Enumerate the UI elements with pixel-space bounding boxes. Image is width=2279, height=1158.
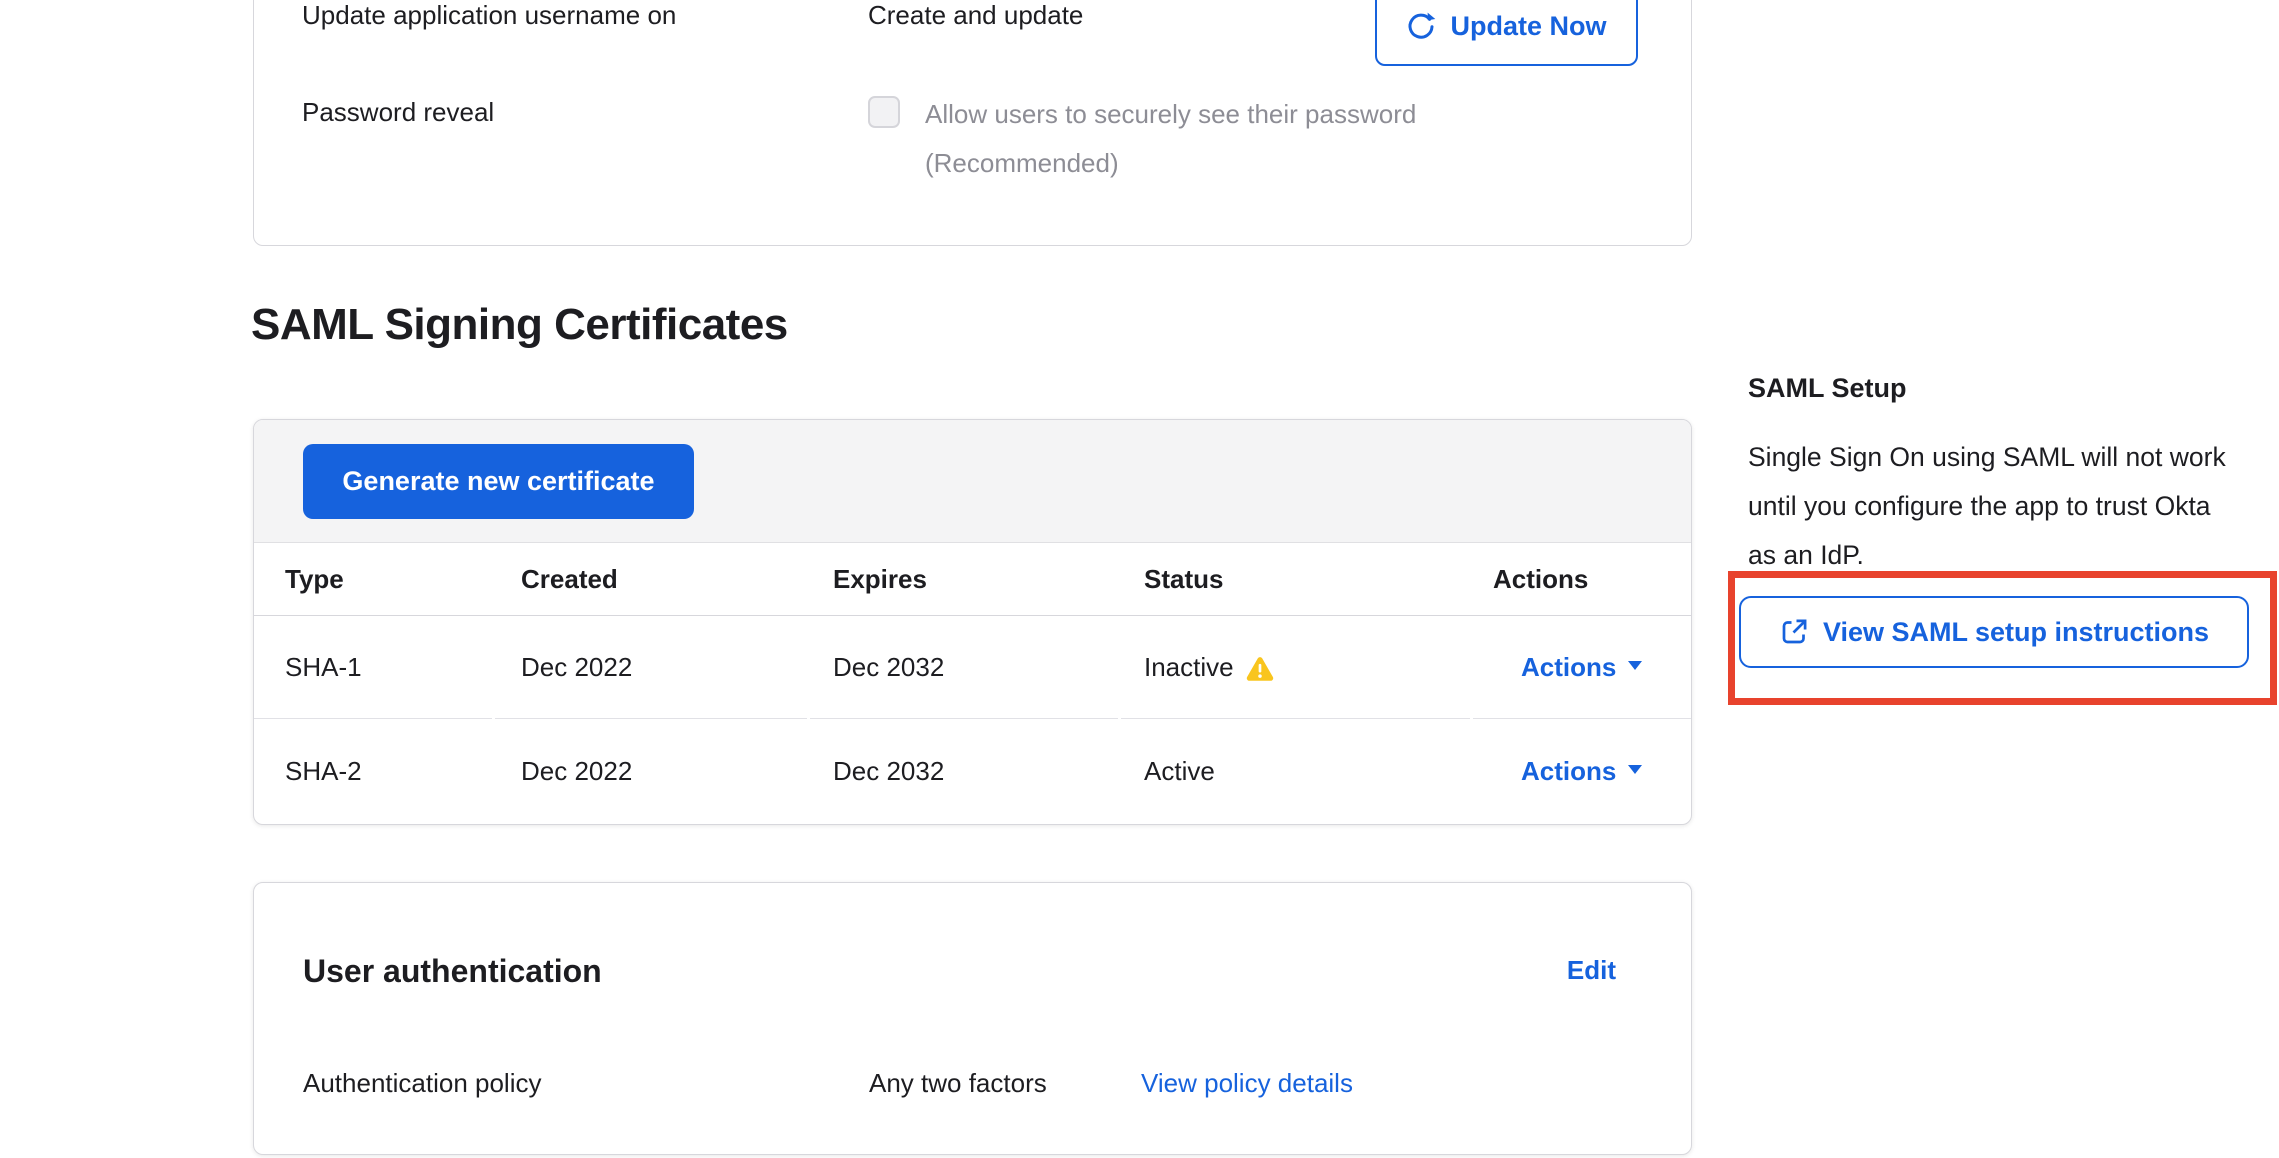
cert-expires-cell: Dec 2032 [810, 616, 1118, 719]
actions-label: Actions [1521, 652, 1616, 683]
column-header-type: Type [254, 543, 492, 615]
username-update-value: Create and update [868, 0, 1083, 30]
saml-setup-description: Single Sign On using SAML will not work … [1748, 433, 2243, 580]
actions-dropdown-sha2[interactable]: Actions [1473, 719, 1691, 823]
update-now-button[interactable]: Update Now [1375, 0, 1638, 66]
user-authentication-title: User authentication [303, 953, 602, 990]
username-update-label: Update application username on [302, 0, 676, 30]
view-saml-setup-instructions-button[interactable]: View SAML setup instructions [1739, 596, 2249, 668]
view-policy-details-link[interactable]: View policy details [1141, 1068, 1353, 1099]
edit-link[interactable]: Edit [1567, 955, 1616, 986]
saml-setup-title: SAML Setup [1748, 373, 1907, 404]
actions-label: Actions [1521, 756, 1616, 787]
status-text: Inactive [1144, 652, 1234, 683]
cert-created-cell: Dec 2022 [495, 719, 807, 823]
chevron-down-icon [1628, 661, 1642, 670]
cert-type-cell: SHA-2 [254, 719, 492, 823]
chevron-down-icon [1628, 765, 1642, 774]
certificates-table-header: Type Created Expires Status Actions [254, 543, 1691, 616]
warning-icon [1246, 656, 1274, 682]
cert-expires-cell: Dec 2032 [810, 719, 1118, 823]
table-row-sha1: SHA-1 Dec 2022 Dec 2032 Inactive Actions [254, 616, 1691, 719]
refresh-icon [1406, 11, 1436, 41]
certificates-panel: Generate new certificate Type Created Ex… [253, 419, 1692, 825]
cert-status-cell: Inactive [1121, 616, 1470, 719]
generate-new-certificate-button[interactable]: Generate new certificate [303, 444, 694, 519]
column-header-created: Created [495, 543, 807, 615]
cert-status-cell: Active [1121, 719, 1470, 823]
authentication-policy-value: Any two factors [869, 1068, 1047, 1099]
password-reveal-label: Password reveal [302, 97, 494, 127]
password-reveal-description: Allow users to securely see their passwo… [925, 99, 1416, 129]
cert-type-cell: SHA-1 [254, 616, 492, 719]
update-now-label: Update Now [1450, 11, 1606, 42]
page-title: SAML Signing Certificates [251, 300, 788, 350]
cert-created-cell: Dec 2022 [495, 616, 807, 719]
okta-app-settings-page: Update application username on Create an… [0, 0, 2279, 1158]
view-saml-setup-label: View SAML setup instructions [1823, 617, 2209, 648]
password-reveal-checkbox[interactable] [868, 96, 900, 128]
user-authentication-panel: User authentication Edit Authentication … [253, 882, 1692, 1155]
column-header-expires: Expires [810, 543, 1118, 615]
external-link-icon [1779, 617, 1809, 647]
table-row-sha2: SHA-2 Dec 2022 Dec 2032 Active Actions [254, 719, 1691, 823]
actions-dropdown-sha1[interactable]: Actions [1473, 616, 1691, 719]
column-header-actions: Actions [1473, 543, 1691, 615]
column-header-status: Status [1121, 543, 1470, 615]
authentication-policy-label: Authentication policy [303, 1068, 541, 1099]
password-reveal-recommended: (Recommended) [925, 148, 1119, 178]
